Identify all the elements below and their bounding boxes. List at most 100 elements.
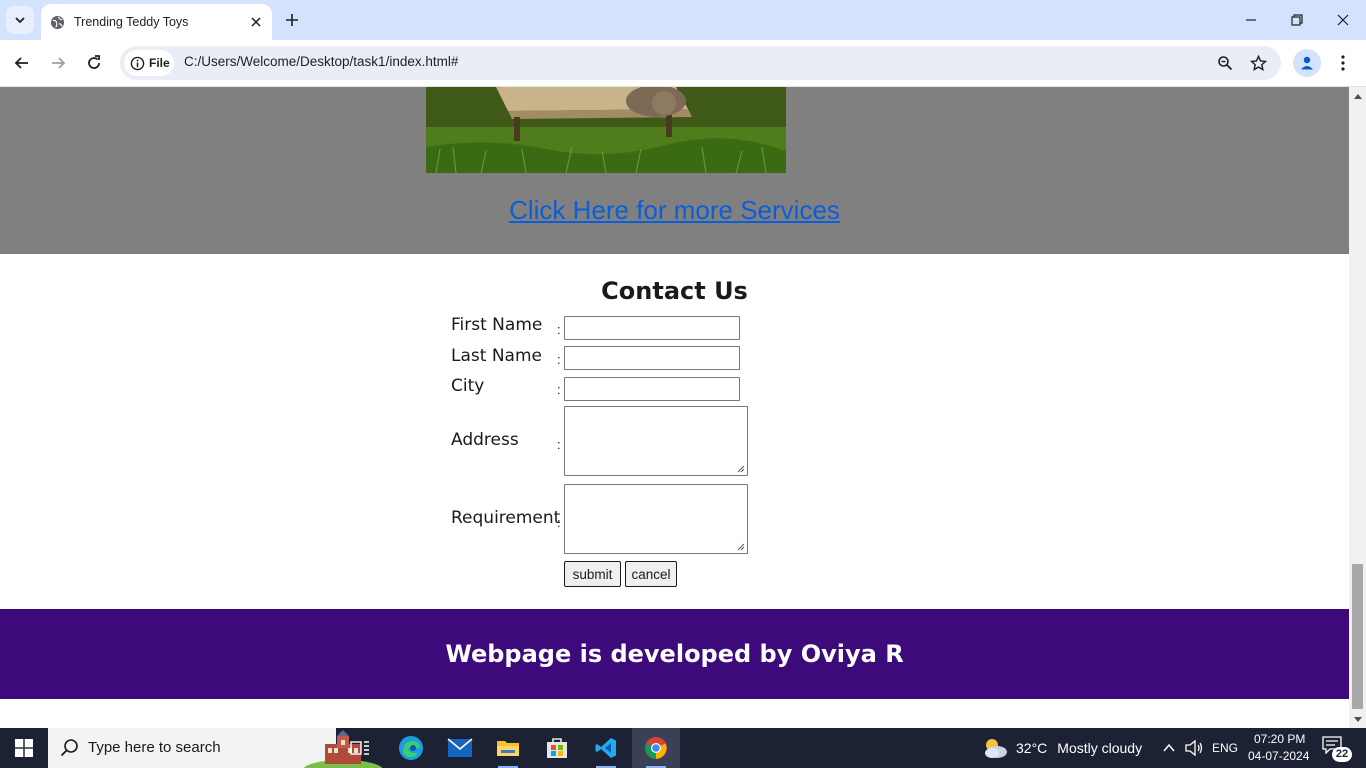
plus-icon: [286, 14, 298, 26]
taskbar-vscode-button[interactable]: [582, 728, 630, 768]
first-name-colon: :: [557, 322, 561, 337]
requirement-textarea[interactable]: [564, 484, 748, 554]
windows-taskbar: Type here to search 32°C Mostly cloudy E…: [0, 728, 1366, 768]
weather-widget[interactable]: 32°C Mostly cloudy: [982, 728, 1142, 768]
last-name-label: Last Name: [451, 346, 542, 366]
scroll-down-button[interactable]: [1349, 711, 1366, 728]
back-button[interactable]: [7, 48, 37, 78]
show-hidden-icons-button[interactable]: [1162, 740, 1178, 756]
task-view-button[interactable]: [336, 728, 384, 768]
more-vert-icon: [1341, 55, 1345, 71]
arrow-right-icon: [52, 57, 66, 69]
first-name-label: First Name: [451, 315, 543, 335]
address-label: Address: [451, 430, 519, 450]
page-viewport: Click Here for more Services Contact Us …: [0, 87, 1349, 728]
speaker-icon: [1185, 739, 1203, 757]
weather-temperature: 32°C: [1016, 740, 1048, 756]
info-icon: [130, 56, 145, 70]
star-icon: [1249, 54, 1267, 71]
store-icon: [547, 738, 567, 758]
first-name-input[interactable]: [564, 316, 740, 340]
scroll-thumb[interactable]: [1352, 564, 1363, 709]
tab-search-button[interactable]: [6, 6, 34, 34]
requirement-label: Requirement: [451, 508, 561, 528]
clock-time[interactable]: 07:20 PM: [1254, 732, 1305, 746]
taskbar-edge-button[interactable]: [387, 728, 435, 768]
reload-icon: [88, 55, 100, 69]
services-section: Click Here for more Services: [0, 87, 1349, 254]
person-icon: [1301, 56, 1313, 70]
address-textarea[interactable]: [564, 406, 748, 476]
chrome-icon: [645, 737, 667, 759]
resize-grip-icon[interactable]: [737, 465, 745, 473]
scroll-up-button[interactable]: [1349, 87, 1366, 104]
tab-close-button[interactable]: [244, 10, 268, 34]
notification-count-badge: 22: [1332, 747, 1352, 762]
taskbar-mail-button[interactable]: [436, 728, 484, 768]
reload-button[interactable]: [79, 48, 109, 78]
requirement-colon: :: [557, 515, 561, 530]
mail-icon: [447, 738, 473, 757]
city-input[interactable]: [564, 377, 740, 401]
cancel-button[interactable]: cancel: [625, 561, 677, 587]
triangle-up-icon: [1353, 93, 1362, 99]
site-info-label: File: [149, 56, 170, 70]
taskbar-search-box[interactable]: Type here to search: [48, 728, 383, 768]
chevron-down-icon: [15, 17, 25, 24]
profile-button[interactable]: [1293, 49, 1321, 77]
browser-menu-button[interactable]: [1333, 51, 1353, 75]
address-colon: :: [557, 437, 561, 452]
triangle-down-icon: [1353, 716, 1362, 722]
minimize-button[interactable]: [1228, 0, 1274, 40]
weather-description: Mostly cloudy: [1057, 740, 1143, 756]
edge-icon: [399, 736, 423, 760]
teddy-bench-image: [426, 87, 786, 173]
last-name-colon: :: [557, 352, 561, 367]
close-icon: [251, 17, 261, 27]
arrow-left-icon: [14, 57, 28, 69]
city-colon: :: [557, 382, 561, 397]
language-indicator[interactable]: ENG: [1212, 741, 1238, 755]
task-view-icon: [350, 741, 369, 755]
browser-toolbar: File C:/Users/Welcome/Desktop/task1/inde…: [0, 40, 1366, 87]
cloudy-weather-icon: [985, 739, 1007, 758]
restore-button[interactable]: [1274, 0, 1320, 40]
taskbar-chrome-button[interactable]: [632, 728, 680, 768]
page-footer: Webpage is developed by Oviya R: [0, 609, 1349, 699]
address-bar[interactable]: File C:/Users/Welcome/Desktop/task1/inde…: [120, 46, 1281, 80]
browser-tab-strip: Trending Teddy Toys: [0, 0, 1366, 40]
browser-tab[interactable]: Trending Teddy Toys: [41, 4, 272, 40]
footer-text: Webpage is developed by Oviya R: [445, 640, 904, 668]
tab-title: Trending Teddy Toys: [74, 15, 189, 29]
page-scrollbar[interactable]: [1349, 87, 1366, 728]
last-name-input[interactable]: [564, 346, 740, 370]
minimize-icon: [1246, 19, 1256, 21]
vscode-icon: [595, 738, 616, 758]
city-label: City: [451, 376, 485, 396]
clock-date[interactable]: 04-07-2024: [1248, 749, 1309, 763]
new-tab-button[interactable]: [280, 8, 304, 32]
zoom-icon: [1218, 56, 1233, 71]
zoom-button[interactable]: [1213, 51, 1237, 75]
search-placeholder: Type here to search: [88, 739, 221, 756]
windows-logo-icon: [15, 739, 33, 757]
resize-grip-icon[interactable]: [737, 543, 745, 551]
contact-us-heading: Contact Us: [601, 277, 748, 305]
more-services-link[interactable]: Click Here for more Services: [0, 195, 1349, 226]
url-text: C:/Users/Welcome/Desktop/task1/index.htm…: [184, 54, 459, 69]
forward-button[interactable]: [43, 48, 73, 78]
restore-icon: [1291, 14, 1303, 26]
notification-center-button[interactable]: 22: [1322, 736, 1352, 762]
folder-icon: [497, 741, 519, 756]
window-close-button[interactable]: [1320, 0, 1366, 40]
close-icon: [1337, 14, 1349, 26]
volume-button[interactable]: [1184, 739, 1204, 757]
taskbar-store-button[interactable]: [533, 728, 581, 768]
submit-button[interactable]: submit: [564, 561, 621, 587]
taskbar-file-explorer-button[interactable]: [484, 728, 532, 768]
globe-icon: [50, 15, 65, 29]
search-icon: [60, 739, 78, 757]
chevron-up-icon: [1163, 743, 1175, 752]
start-button[interactable]: [0, 728, 48, 768]
bookmark-button[interactable]: [1246, 51, 1270, 75]
